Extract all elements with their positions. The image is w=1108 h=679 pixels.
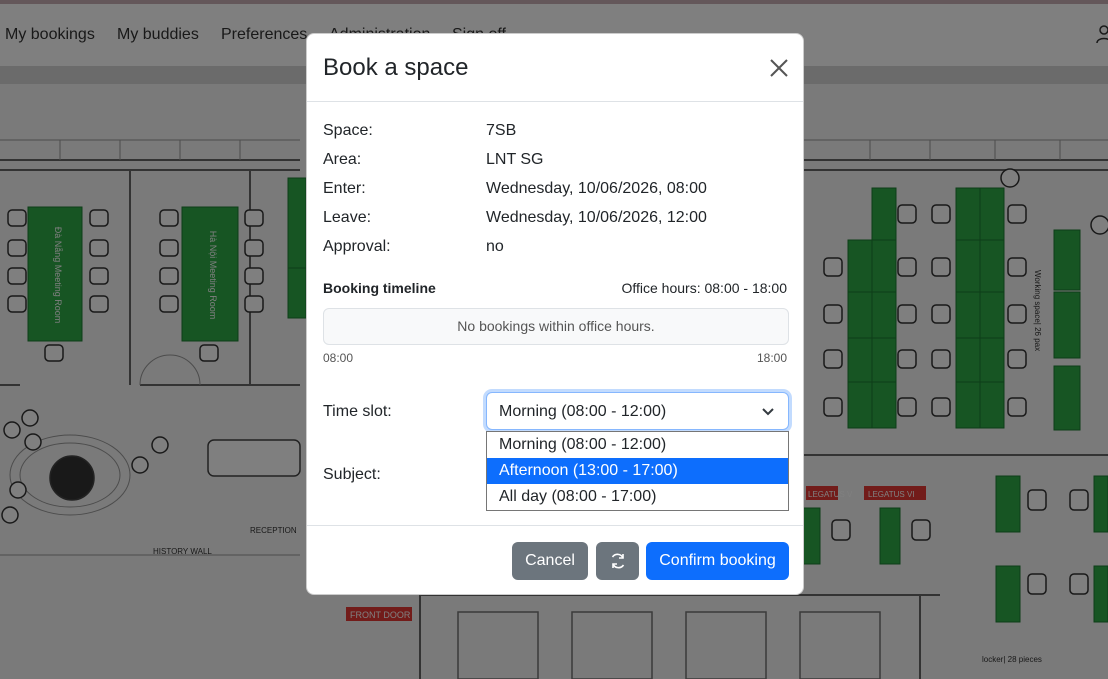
leave-label: Leave: [323, 209, 372, 226]
subject-label: Subject: [323, 466, 381, 483]
refresh-button[interactable] [596, 542, 639, 580]
approval-value: no [486, 238, 504, 255]
enter-label: Enter: [323, 180, 366, 197]
booking-timeline: No bookings within office hours. [323, 308, 789, 345]
enter-value: Wednesday, 10/06/2026, 08:00 [486, 180, 707, 197]
time-slot-value: Morning (08:00 - 12:00) [499, 403, 667, 420]
chevron-down-icon [762, 408, 774, 416]
timeline-end-time: 18:00 [756, 351, 787, 365]
time-slot-option-morning[interactable]: Morning (08:00 - 12:00) [487, 432, 788, 458]
time-slot-option-afternoon[interactable]: Afternoon (13:00 - 17:00) [487, 458, 788, 484]
booking-timeline-title: Booking timeline [323, 280, 436, 296]
office-hours: Office hours: 08:00 - 18:00 [621, 280, 787, 296]
time-slot-select[interactable]: Morning (08:00 - 12:00) [486, 392, 789, 430]
timeline-start-time: 08:00 [323, 351, 354, 365]
time-slot-dropdown: Morning (08:00 - 12:00) Afternoon (13:00… [486, 431, 789, 511]
confirm-booking-button[interactable]: Confirm booking [646, 542, 789, 580]
area-value: LNT SG [486, 151, 544, 168]
modal-header: Book a space [307, 34, 803, 102]
modal-title: Book a space [323, 54, 469, 81]
time-slot-option-all-day[interactable]: All day (08:00 - 17:00) [487, 484, 788, 510]
cancel-button[interactable]: Cancel [512, 542, 588, 580]
leave-value: Wednesday, 10/06/2026, 12:00 [486, 209, 707, 226]
approval-label: Approval: [323, 238, 391, 255]
refresh-icon [611, 553, 624, 569]
time-slot-label: Time slot: [323, 403, 392, 420]
area-label: Area: [323, 151, 362, 168]
close-icon[interactable] [767, 56, 791, 80]
book-space-modal: Book a space Space: 7SB Area: LNT SG Ent… [306, 33, 804, 595]
modal-footer: Cancel Confirm booking [307, 525, 803, 595]
space-label: Space: [323, 122, 373, 139]
space-value: 7SB [486, 122, 517, 139]
